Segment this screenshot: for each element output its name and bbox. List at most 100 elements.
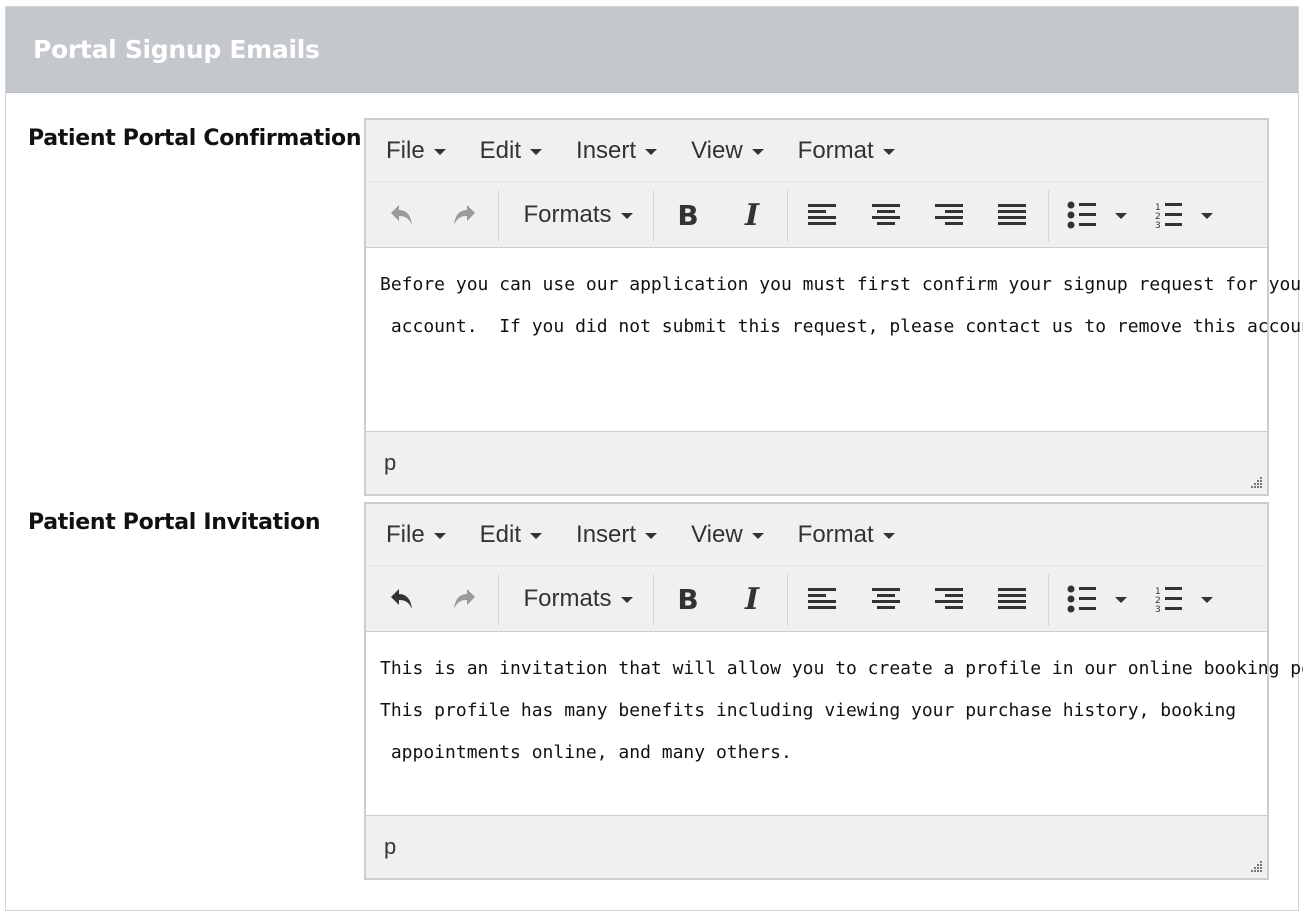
- italic-icon: I: [744, 197, 760, 233]
- menu-format[interactable]: Format: [798, 137, 895, 165]
- content-line: Before you can use our application you m…: [380, 274, 1303, 295]
- resize-handle-icon[interactable]: [1249, 860, 1263, 874]
- menu-file-label: File: [386, 136, 425, 164]
- confirmation-label: Patient Portal Confirmation: [28, 126, 362, 151]
- align-center-button[interactable]: [864, 182, 908, 248]
- bold-button[interactable]: B: [666, 182, 710, 248]
- chevron-down-icon: [751, 148, 764, 155]
- bold-button[interactable]: B: [666, 566, 710, 632]
- menu-edit[interactable]: Edit: [480, 521, 543, 549]
- menu-insert-label: Insert: [576, 520, 637, 548]
- bullet-list-button[interactable]: [1062, 566, 1132, 632]
- invitation-label: Patient Portal Invitation: [28, 510, 321, 535]
- menu-edit[interactable]: Edit: [479, 136, 543, 165]
- content-line: appointments online, and many others.: [380, 742, 792, 763]
- bold-icon: B: [677, 582, 699, 616]
- menu-file[interactable]: File: [386, 137, 446, 165]
- menu-view-label: View: [691, 136, 743, 164]
- menu-edit-label: Edit: [479, 136, 522, 164]
- content-line: account. If you did not submit this requ…: [380, 316, 1303, 337]
- undo-icon: [391, 205, 412, 225]
- align-left-button[interactable]: [800, 182, 844, 248]
- toolbar-separator: [653, 574, 654, 626]
- toolbar-separator: [1048, 574, 1049, 626]
- formats-button[interactable]: Formats: [516, 182, 640, 248]
- align-center-button[interactable]: [864, 566, 908, 632]
- chevron-down-icon: [620, 213, 633, 219]
- content-line: This is an invitation that will allow yo…: [380, 658, 1303, 679]
- chevron-down-icon: [882, 532, 895, 539]
- align-right-icon: [935, 588, 963, 609]
- menu-insert[interactable]: Insert: [576, 520, 658, 549]
- align-justify-button[interactable]: [990, 566, 1034, 632]
- editor-toolbar: Formats B I 123: [366, 182, 1267, 248]
- toolbar-separator: [498, 574, 499, 626]
- numbered-list-button[interactable]: 123: [1150, 566, 1220, 632]
- formats-label: Formats: [523, 201, 612, 228]
- menu-view[interactable]: View: [691, 521, 764, 549]
- invitation-editor: File Edit Insert View Format Formats B I: [364, 502, 1303, 880]
- toolbar-separator: [787, 574, 788, 626]
- content-line: This profile has many benefits including…: [380, 700, 1237, 721]
- chevron-down-icon: [645, 148, 658, 155]
- undo-icon: [391, 589, 412, 609]
- menu-view[interactable]: View: [691, 137, 764, 165]
- toolbar-separator: [653, 190, 654, 242]
- toolbar-separator: [1048, 190, 1049, 242]
- invitation-content[interactable]: This is an invitation that will allow yo…: [366, 632, 1303, 816]
- menu-file-label: File: [386, 520, 425, 548]
- menu-insert[interactable]: Insert: [576, 137, 658, 165]
- numbered-list-button[interactable]: 123: [1150, 182, 1220, 248]
- align-right-button[interactable]: [927, 566, 971, 632]
- resize-handle-icon[interactable]: [1249, 476, 1263, 490]
- chevron-down-icon: [530, 148, 543, 155]
- align-justify-icon: [998, 204, 1026, 225]
- redo-icon: [454, 205, 475, 225]
- menu-format-label: Format: [797, 136, 874, 164]
- chevron-down-icon: [751, 532, 764, 539]
- svg-text:3: 3: [1155, 605, 1161, 613]
- align-center-icon: [872, 588, 900, 609]
- editor-statusbar: p: [366, 432, 1267, 494]
- chevron-down-icon: [433, 532, 446, 539]
- editor-menubar: File Edit Insert View Format: [366, 504, 1267, 566]
- redo-button[interactable]: [442, 182, 486, 248]
- confirmation-editor: File Edit Insert View Format Formats B I: [364, 118, 1303, 496]
- chevron-down-icon: [530, 532, 543, 539]
- confirmation-content[interactable]: Before you can use our application you m…: [366, 248, 1303, 432]
- chevron-down-icon: [620, 597, 633, 603]
- formats-button[interactable]: Formats: [516, 566, 640, 632]
- align-right-button[interactable]: [927, 182, 971, 248]
- bullet-list-button[interactable]: [1062, 182, 1132, 248]
- chevron-down-icon: [433, 148, 446, 155]
- editor-statusbar: p: [366, 816, 1267, 878]
- chevron-down-icon: [645, 532, 658, 539]
- chevron-down-icon: [882, 148, 895, 155]
- menu-view-label: View: [691, 520, 743, 548]
- italic-button[interactable]: I: [730, 566, 774, 632]
- element-path[interactable]: p: [384, 834, 396, 860]
- bullet-list-icon: [1067, 585, 1127, 613]
- redo-icon: [454, 589, 475, 609]
- align-center-icon: [872, 204, 900, 225]
- bullet-list-icon: [1067, 201, 1127, 229]
- panel-title: Portal Signup Emails: [33, 35, 320, 64]
- italic-icon: I: [744, 581, 760, 617]
- align-justify-icon: [998, 588, 1026, 609]
- editor-toolbar: Formats B I 123: [366, 566, 1267, 632]
- menu-file[interactable]: File: [386, 521, 446, 549]
- align-left-icon: [808, 588, 836, 609]
- panel-header: Portal Signup Emails: [6, 7, 1298, 93]
- menu-format-label: Format: [797, 520, 874, 548]
- undo-button[interactable]: [380, 566, 424, 632]
- numbered-list-icon: 123: [1155, 587, 1213, 613]
- menu-format[interactable]: Format: [798, 521, 895, 549]
- italic-button[interactable]: I: [730, 182, 774, 248]
- align-justify-button[interactable]: [990, 182, 1034, 248]
- svg-text:3: 3: [1155, 221, 1161, 229]
- redo-button[interactable]: [442, 566, 486, 632]
- numbered-list-icon: 123: [1155, 203, 1213, 229]
- align-left-button[interactable]: [800, 566, 844, 632]
- undo-button[interactable]: [380, 182, 424, 248]
- element-path[interactable]: p: [384, 450, 396, 476]
